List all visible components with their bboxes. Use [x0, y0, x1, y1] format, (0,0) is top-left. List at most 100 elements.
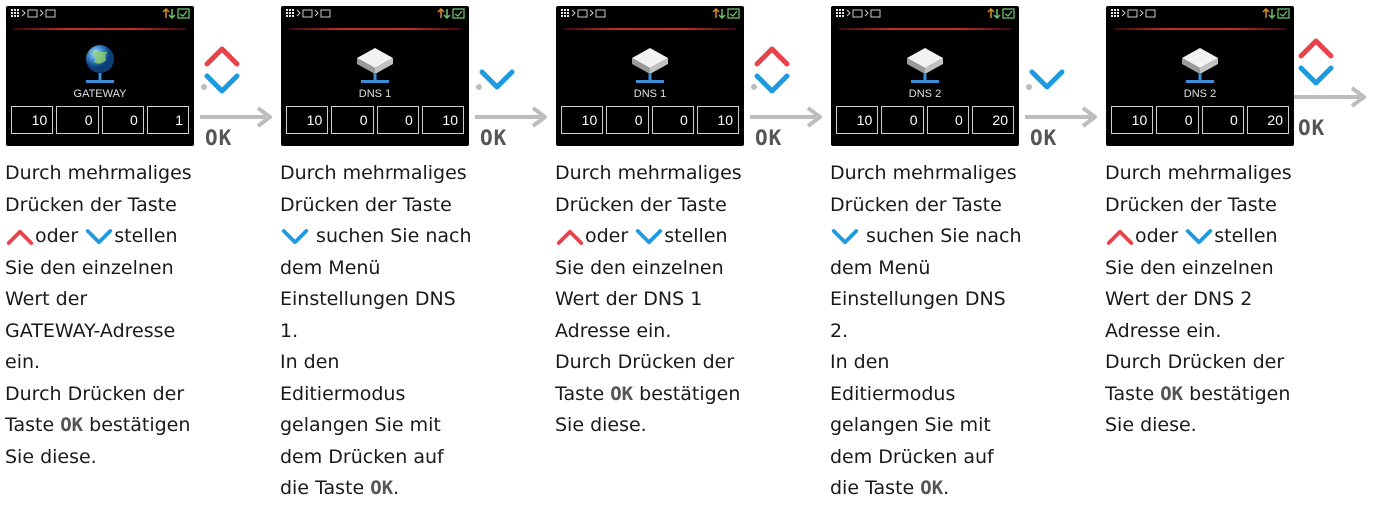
desc-line: gelangen Sie mit: [830, 414, 991, 436]
up-arrow-icon[interactable]: [202, 44, 242, 68]
octet-field[interactable]: 10: [696, 106, 739, 134]
octet-field[interactable]: 10: [286, 106, 329, 134]
down-arrow-icon[interactable]: [1027, 68, 1067, 92]
down-arrow-icon[interactable]: [1296, 64, 1336, 88]
octet-field[interactable]: 10: [421, 106, 464, 134]
server-network-icon: [630, 44, 670, 86]
desc-text: stellen: [1214, 225, 1278, 247]
header-divider: [839, 28, 1011, 30]
desc-line: Wert der DNS 2: [1105, 288, 1253, 310]
octet-field[interactable]: 0: [606, 106, 649, 134]
down-arrow-icon[interactable]: [477, 68, 517, 92]
step-1: GATEWAY 10 0 0 1 OK Durch mehrmaliges Dr…: [0, 0, 275, 520]
arrow-keys: [202, 44, 242, 100]
desc-line: Sie den einzelnen: [1105, 256, 1274, 279]
desc-line: Durch mehrmaliges: [555, 162, 742, 184]
octet-field[interactable]: 20: [1246, 106, 1289, 134]
desc-text: Taste: [5, 414, 55, 436]
desc-line: oder stellen: [5, 221, 255, 253]
octet-field[interactable]: 0: [376, 106, 419, 134]
desc-line: Durch mehrmaliges: [830, 162, 1017, 184]
octet-field[interactable]: 20: [971, 106, 1014, 134]
up-arrow-icon[interactable]: [752, 44, 792, 68]
desc-line: Taste OK bestätigen: [1105, 379, 1355, 411]
header-divider: [289, 28, 461, 30]
desc-text: stellen: [664, 225, 728, 247]
octet-field[interactable]: 0: [926, 106, 969, 134]
octet-field[interactable]: 10: [836, 106, 879, 134]
desc-line: GATEWAY-Adresse: [5, 319, 176, 342]
down-arrow-icon: [84, 227, 114, 247]
desc-line: die Taste OK.: [830, 473, 1080, 505]
octet-field[interactable]: 0: [881, 106, 924, 134]
desc-line: oder stellen: [1105, 221, 1355, 253]
octet-field[interactable]: 0: [101, 106, 144, 134]
ip-octets: 10 0 0 20: [836, 106, 1014, 134]
desc-text: die Taste: [830, 477, 915, 499]
octet-field[interactable]: 0: [331, 106, 374, 134]
octet-field[interactable]: 10: [11, 106, 54, 134]
down-arrow-icon[interactable]: [752, 72, 792, 96]
ok-key-inline: OK: [60, 414, 84, 436]
desc-line: dem Menü: [280, 256, 381, 279]
desc-line: ein.: [5, 351, 41, 373]
desc-line: Editiermodus: [830, 382, 956, 405]
server-network-icon: [355, 44, 395, 86]
desc-line: suchen Sie nach: [830, 221, 1080, 253]
octet-field[interactable]: 0: [651, 106, 694, 134]
desc-line: Durch mehrmaliges: [280, 162, 467, 184]
ok-key[interactable]: OK: [480, 126, 507, 150]
flow-arrow-icon: [750, 106, 830, 128]
ok-key[interactable]: OK: [1030, 126, 1057, 150]
desc-line: 1.: [280, 319, 299, 342]
octet-field[interactable]: 0: [1156, 106, 1199, 134]
octet-field[interactable]: 10: [561, 106, 604, 134]
screen-label: DNS 1: [633, 88, 667, 100]
octet-field[interactable]: 0: [1201, 106, 1244, 134]
device-screen: GATEWAY 10 0 0 1: [6, 6, 194, 146]
octet-field[interactable]: 10: [1111, 106, 1154, 134]
desc-text: Taste: [1105, 382, 1155, 405]
up-arrow-icon[interactable]: [1296, 36, 1336, 60]
step-3: DNS 1 10 0 0 10 OK Durch mehrmaliges Drü…: [550, 0, 825, 520]
step-description: Durch mehrmaliges Drücken der Taste oder…: [1105, 158, 1355, 442]
desc-line: Wert der DNS 1: [555, 288, 703, 310]
down-arrow-icon[interactable]: [202, 72, 242, 96]
ip-octets: 10 0 0 10: [561, 106, 739, 134]
ok-key[interactable]: OK: [755, 126, 782, 150]
globe-network-icon: [80, 44, 120, 86]
status-bar: [6, 6, 194, 24]
desc-text: .: [393, 477, 400, 499]
desc-line: die Taste OK.: [280, 473, 530, 505]
down-arrow-icon: [830, 227, 860, 247]
ok-key-inline: OK: [1160, 382, 1184, 405]
octet-field[interactable]: 0: [56, 106, 99, 134]
step-description: Durch mehrmaliges Drücken der Taste such…: [830, 158, 1080, 505]
status-bar: [556, 6, 744, 24]
step-5: DNS 2 10 0 0 20 OK Durch mehrmaliges Drü…: [1100, 0, 1377, 520]
desc-line: Durch Drücken der: [1105, 351, 1285, 373]
ok-key[interactable]: OK: [1298, 116, 1325, 140]
header-divider: [1114, 28, 1286, 30]
down-arrow-icon: [1184, 227, 1214, 247]
desc-line: dem Menü: [830, 256, 931, 279]
desc-line: Durch Drücken der: [555, 351, 735, 373]
desc-text: oder: [585, 225, 629, 247]
down-arrow-icon: [280, 227, 310, 247]
desc-line: Taste OK bestätigen: [5, 410, 255, 442]
arrow-keys: [752, 44, 792, 100]
desc-line: Adresse ein.: [1105, 319, 1222, 342]
desc-text: bestätigen: [639, 382, 741, 405]
step-2: DNS 1 10 0 0 10 OK Durch mehrmaliges Drü…: [275, 0, 550, 520]
octet-field[interactable]: 1: [146, 106, 189, 134]
desc-text: bestätigen: [1189, 382, 1291, 405]
server-network-icon: [905, 44, 945, 86]
desc-line: Einstellungen DNS: [830, 288, 1006, 310]
ok-key[interactable]: OK: [205, 126, 232, 150]
flow-arrow-icon: [200, 106, 280, 128]
device-screen: DNS 1 10 0 0 10: [281, 6, 469, 146]
device-screen: DNS 1 10 0 0 10: [556, 6, 744, 146]
desc-text: suchen Sie nach: [316, 225, 472, 247]
desc-line: Editiermodus: [280, 382, 406, 405]
desc-line: Taste OK bestätigen: [555, 379, 805, 411]
